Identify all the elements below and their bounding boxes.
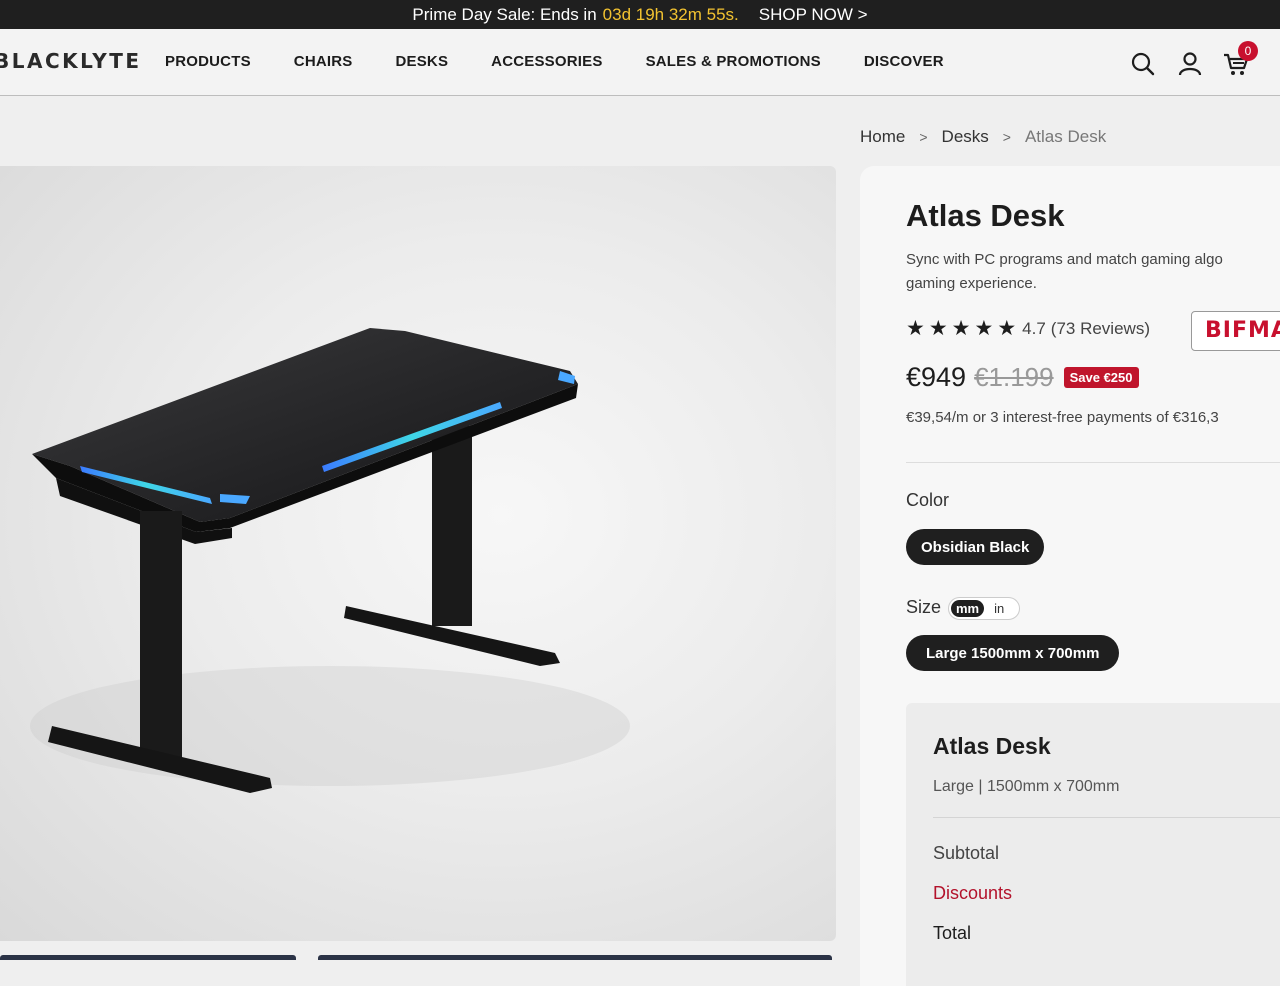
nav-sales-promotions[interactable]: SALES & PROMOTIONS [646,53,821,70]
summary-variant: Large | 1500mm x 700mm [933,778,1120,795]
financing-info: €39,54/m or 3 interest-free payments of … [906,409,1219,426]
total-label: Total [933,923,972,943]
desk-illustration [30,328,630,793]
bifma-badge: BIFMA [1191,311,1280,351]
promo-countdown: 03d 19h 32m 55s. [602,4,739,24]
product-info-card: Atlas Desk Sync with PC programs and mat… [860,166,1280,986]
color-option-obsidian-black[interactable]: Obsidian Black [906,529,1045,565]
divider [906,462,1280,463]
discounts-label: Discounts [933,883,1013,903]
original-price: €1.199 [974,362,1054,392]
breadcrumb-desks[interactable]: Desks [942,127,989,147]
current-price: €949 [906,362,967,392]
nav-desks[interactable]: DESKS [395,53,448,70]
description-line-2: gaming experience. [906,275,1037,292]
product-image[interactable] [0,166,836,941]
size-label: Size [906,597,942,617]
star-icon: ★ [997,317,1017,340]
star-rating: ★ ★ ★ ★ ★ [906,318,1016,339]
rating-summary[interactable]: ★ ★ ★ ★ ★ 4.7 (73 Reviews) [906,318,1150,339]
unit-toggle[interactable]: mm in [948,597,1020,620]
nav-accessories[interactable]: ACCESSORIES [491,53,602,70]
cart-count-badge: 0 [1238,41,1258,61]
chevron-right-icon: > [1002,129,1011,145]
product-description: Sync with PC programs and match gaming a… [906,248,1280,296]
main-nav: PRODUCTS CHAIRS DESKS ACCESSORIES SALES … [165,53,987,70]
promo-text: Prime Day Sale: Ends in [412,4,597,24]
shop-now-link[interactable]: SHOP NOW > [759,5,868,25]
thumbnail-1[interactable] [0,955,296,960]
rating-value: 4.7 [1022,318,1046,338]
star-icon: ★ [951,317,971,340]
color-label: Color [906,490,950,510]
search-icon[interactable] [1130,51,1156,77]
summary-divider [933,817,1280,818]
unit-mm-option[interactable]: mm [951,600,985,617]
star-icon: ★ [906,317,925,340]
nav-products[interactable]: PRODUCTS [165,53,251,70]
breadcrumb: Home > Desks > Atlas Desk [860,127,1106,147]
breadcrumb-home[interactable]: Home [860,127,905,147]
star-icon: ★ [928,317,948,340]
chevron-right-icon: > [919,129,928,145]
price-row: €949 €1.199 Save €250 [906,362,1139,393]
account-icon[interactable] [1177,51,1203,77]
description-line-1: Sync with PC programs and match gaming a… [906,251,1223,268]
order-summary: Atlas Desk Large | 1500mm x 700mm Subtot… [906,703,1280,986]
nav-chairs[interactable]: CHAIRS [294,53,353,70]
star-icon: ★ [974,317,994,340]
brand-logo[interactable]: BLACKLYTE [0,49,142,73]
product-title: Atlas Desk [906,198,1065,233]
thumbnail-2[interactable] [318,955,832,960]
size-option-large[interactable]: Large 1500mm x 700mm [906,635,1120,671]
save-badge: Save €250 [1063,367,1139,388]
summary-title: Atlas Desk [933,733,1051,759]
site-header: BLACKLYTE PRODUCTS CHAIRS DESKS ACCESSOR… [0,29,1280,96]
thumbnail-strip [0,955,836,960]
nav-discover[interactable]: DISCOVER [864,53,944,70]
breadcrumb-current: Atlas Desk [1024,127,1107,146]
unit-in-option[interactable]: in [994,601,1004,616]
promo-bar: Prime Day Sale: Ends in 03d 19h 32m 55s.… [0,0,1280,29]
review-count[interactable]: (73 Reviews) [1051,319,1150,339]
subtotal-label: Subtotal [933,843,1000,863]
